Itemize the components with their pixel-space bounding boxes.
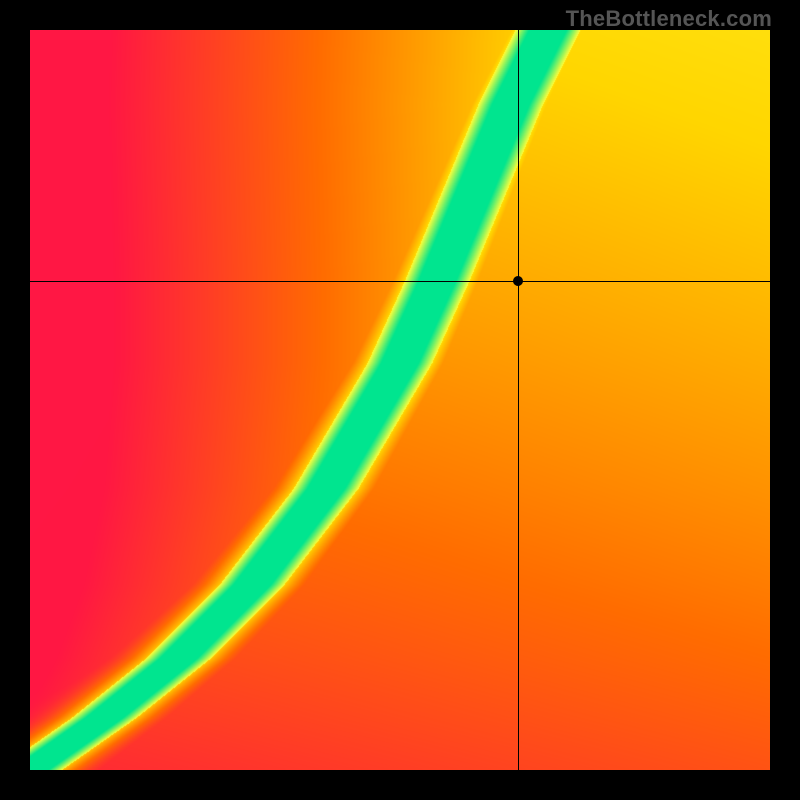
crosshair-horizontal — [30, 281, 770, 282]
heatmap-plot — [30, 30, 770, 770]
chart-frame: TheBottleneck.com — [0, 0, 800, 800]
watermark-text: TheBottleneck.com — [566, 6, 772, 32]
crosshair-vertical — [518, 30, 519, 770]
heatmap-canvas — [30, 30, 770, 770]
marker-dot — [513, 276, 523, 286]
